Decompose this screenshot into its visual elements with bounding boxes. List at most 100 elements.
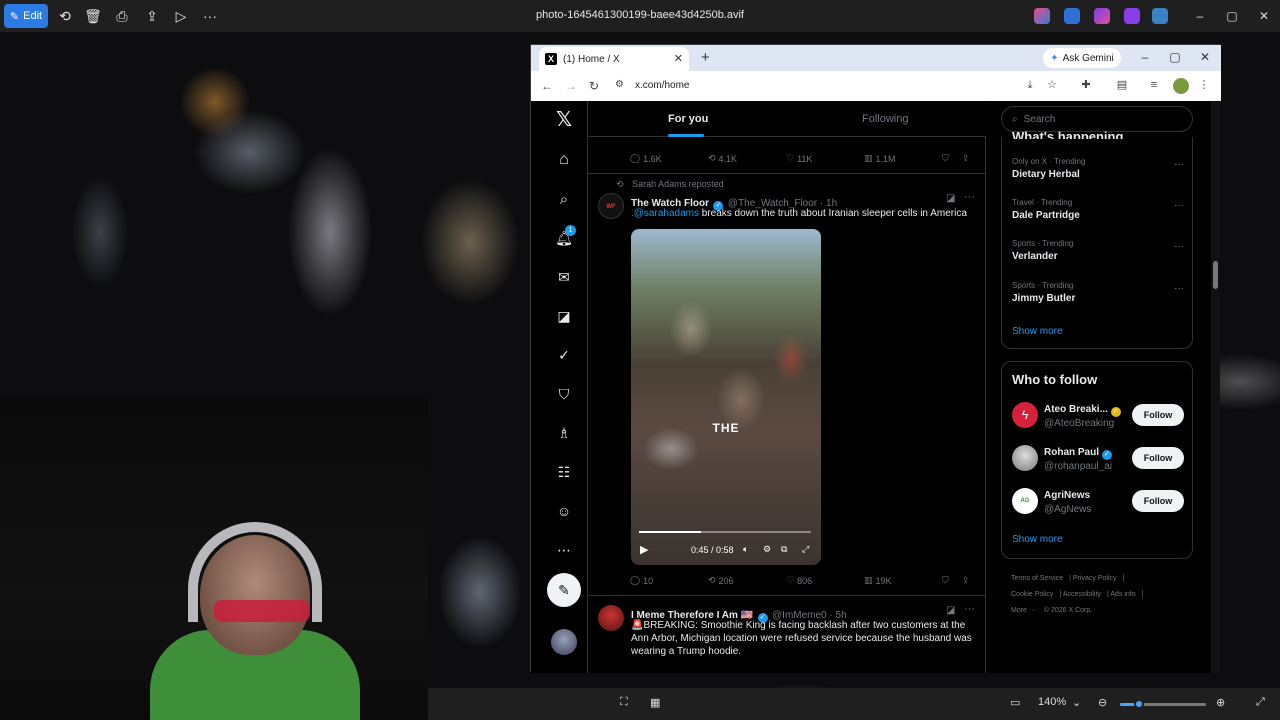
- account-avatar[interactable]: [551, 629, 577, 655]
- forward-icon[interactable]: →: [565, 79, 577, 93]
- agrinews-logo-icon[interactable]: AG: [1012, 488, 1038, 514]
- maximize-icon[interactable]: ▢: [1224, 8, 1240, 24]
- follow-button[interactable]: Follow: [1132, 447, 1184, 469]
- tweet-avatar[interactable]: [598, 605, 624, 631]
- tab-following[interactable]: Following: [862, 113, 908, 125]
- site-info-icon[interactable]: ⚙: [615, 79, 624, 90]
- new-tab-icon[interactable]: +: [701, 49, 710, 66]
- like-button[interactable]: ♡ 806: [786, 575, 812, 586]
- views-button[interactable]: ▥ 19K: [864, 575, 892, 586]
- zoom-in-icon[interactable]: ⊕: [1216, 696, 1225, 709]
- rotate-icon[interactable]: ⟲: [50, 1, 80, 31]
- zoom-out-icon[interactable]: ⊖: [1098, 696, 1107, 709]
- lightning-icon[interactable]: ϟ: [1012, 402, 1038, 428]
- settings-icon[interactable]: ⚙: [763, 544, 771, 555]
- fullscreen-icon[interactable]: ⤢: [802, 544, 809, 555]
- home-icon[interactable]: ⌂: [551, 147, 577, 173]
- trend-item[interactable]: Sports · Trending Jimmy Butler ···: [1012, 281, 1184, 304]
- repost-button[interactable]: ⟲ 206: [708, 575, 734, 586]
- chevron-down-icon[interactable]: ⌄: [1072, 696, 1081, 709]
- bookmark-icon[interactable]: ⛉: [942, 153, 949, 164]
- install-app-icon[interactable]: ⤓: [1023, 78, 1037, 92]
- share-icon[interactable]: ⇪: [962, 153, 970, 164]
- reposted-by[interactable]: Sarah Adams reposted: [632, 179, 724, 189]
- volume-icon[interactable]: 🔈︎: [743, 544, 748, 555]
- follow-show-more-link[interactable]: Show more: [1012, 534, 1063, 545]
- slideshow-icon[interactable]: ▷: [166, 1, 196, 31]
- share-icon[interactable]: ⇪: [962, 575, 970, 586]
- more-dots-icon[interactable]: ···: [1174, 200, 1184, 211]
- actual-size-icon[interactable]: ▭: [1010, 696, 1020, 709]
- tweet-avatar[interactable]: WF: [598, 193, 624, 219]
- reply-button[interactable]: ◯ 1.6K: [630, 153, 662, 164]
- footer-link[interactable]: Terms of Service: [1011, 575, 1063, 582]
- footer-link[interactable]: Privacy Policy: [1073, 575, 1117, 582]
- minimize-icon[interactable]: –: [1192, 8, 1208, 24]
- trends-show-more-link[interactable]: Show more: [1012, 326, 1063, 337]
- fullscreen-icon[interactable]: ⤢: [1256, 696, 1265, 709]
- suggestion-name[interactable]: AgriNews: [1044, 490, 1090, 501]
- mention-link[interactable]: .@sarahadams: [631, 208, 699, 219]
- video-player[interactable]: THE ▶ 0:45 / 0:58 🔈︎ ⚙ ⧉ ⤢: [631, 229, 821, 565]
- trend-item[interactable]: Only on X · Trending Dietary Herbal ···: [1012, 157, 1184, 180]
- back-icon[interactable]: ←: [541, 79, 553, 93]
- trend-item[interactable]: Travel · Trending Dale Partridge ···: [1012, 198, 1184, 221]
- extensions-icon[interactable]: ✚: [1079, 78, 1093, 92]
- scrollbar-thumb[interactable]: [1213, 261, 1218, 289]
- grok-icon[interactable]: ◪: [946, 193, 955, 204]
- reload-icon[interactable]: ↻: [589, 79, 599, 93]
- bookmark-star-icon[interactable]: ☆: [1045, 78, 1059, 92]
- browser-menu-icon[interactable]: ⋮: [1197, 78, 1211, 92]
- browser-maximize-icon[interactable]: ▢: [1167, 50, 1183, 64]
- jobs-icon[interactable]: ♗: [551, 420, 577, 446]
- more-dots-icon[interactable]: ···: [964, 191, 975, 203]
- bookmark-icon[interactable]: ⛉: [942, 575, 949, 586]
- pip-icon[interactable]: ⧉: [781, 544, 787, 555]
- more-dots-icon[interactable]: ···: [964, 603, 975, 615]
- x-logo-icon[interactable]: 𝕏: [551, 106, 577, 132]
- footer-link[interactable]: Ads info: [1110, 591, 1135, 598]
- post-button[interactable]: ✎: [547, 573, 581, 607]
- clipchamp-app-icon[interactable]: [1124, 8, 1140, 24]
- lists-icon[interactable]: ☷: [551, 459, 577, 485]
- browser-tab[interactable]: X (1) Home / X ✕: [539, 47, 689, 71]
- profile-icon[interactable]: ☺: [551, 498, 577, 524]
- grok-icon[interactable]: ◪: [551, 303, 577, 329]
- grok-icon[interactable]: ◪: [946, 605, 955, 616]
- video-progress-bar[interactable]: [639, 531, 811, 533]
- verified-orgs-icon[interactable]: ✓: [551, 342, 577, 368]
- zoom-slider-thumb[interactable]: [1133, 699, 1144, 709]
- url-field[interactable]: x.com/home: [635, 80, 689, 91]
- more-icon[interactable]: ⋯: [551, 537, 577, 563]
- suggestion-avatar[interactable]: [1012, 445, 1038, 471]
- browser-close-icon[interactable]: ✕: [1197, 50, 1213, 64]
- follow-button[interactable]: Follow: [1132, 404, 1184, 426]
- close-icon[interactable]: ✕: [1256, 8, 1272, 24]
- reply-button[interactable]: ◯ 10: [630, 575, 653, 586]
- more-options-icon[interactable]: ···: [195, 1, 225, 31]
- footer-link[interactable]: Accessibility: [1063, 591, 1101, 598]
- fit-icon[interactable]: ⛶: [620, 696, 628, 709]
- zoom-slider[interactable]: [1120, 699, 1206, 709]
- tab-for-you[interactable]: For you: [668, 113, 708, 125]
- bookmarks-icon[interactable]: ⛉: [551, 381, 577, 407]
- ask-gemini-button[interactable]: ✦ Ask Gemini: [1043, 48, 1121, 68]
- onedrive-app-icon[interactable]: [1152, 8, 1168, 24]
- suggestion-name[interactable]: Rohan Paul ✓: [1044, 447, 1112, 460]
- copilot-app-icon[interactable]: [1034, 8, 1050, 24]
- footer-link[interactable]: More ···: [1011, 607, 1036, 614]
- more-dots-icon[interactable]: ···: [1174, 241, 1184, 252]
- browser-minimize-icon[interactable]: –: [1137, 50, 1153, 64]
- tab-close-icon[interactable]: ✕: [674, 52, 683, 65]
- share-icon[interactable]: ⇪: [137, 1, 167, 31]
- edit-app-icon[interactable]: [1064, 8, 1080, 24]
- explore-icon[interactable]: ⌕: [551, 186, 577, 212]
- follow-button[interactable]: Follow: [1132, 490, 1184, 512]
- browser-profile-avatar[interactable]: [1173, 78, 1189, 94]
- sidepanel-icon[interactable]: ▤: [1115, 78, 1129, 92]
- edit-button[interactable]: ✎ Edit: [4, 4, 48, 28]
- footer-link[interactable]: Cookie Policy: [1011, 591, 1053, 598]
- play-icon[interactable]: ▶: [640, 543, 648, 556]
- print-icon[interactable]: ⎙: [107, 1, 137, 31]
- repost-button[interactable]: ⟲ 4.1K: [708, 153, 737, 164]
